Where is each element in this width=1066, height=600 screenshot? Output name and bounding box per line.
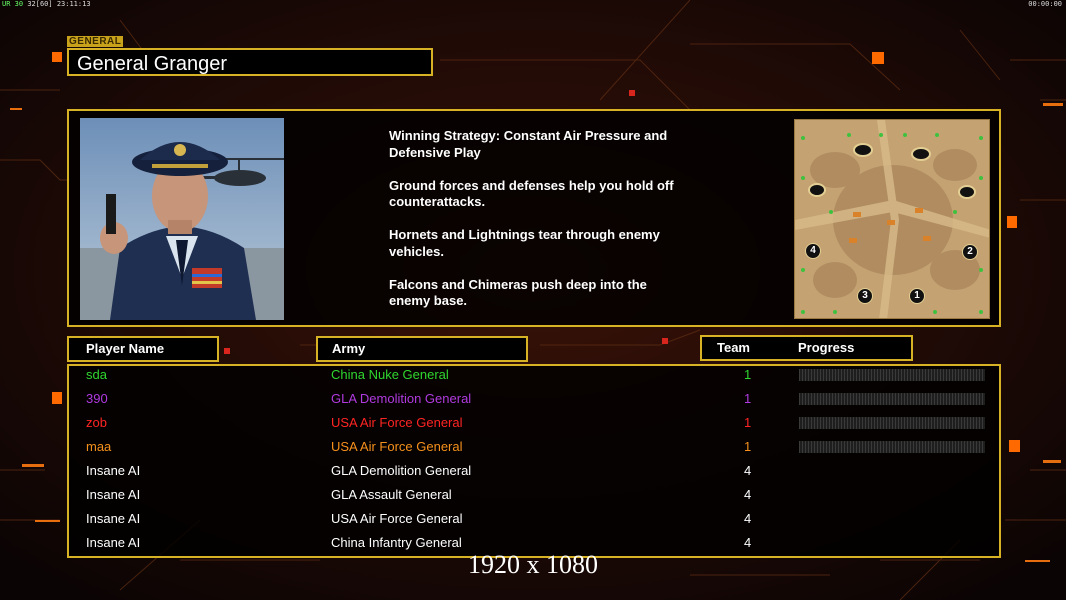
player-team: 4	[744, 487, 752, 502]
player-team: 4	[744, 463, 752, 478]
player-row: Insane AI GLA Demolition General 4	[0, 462, 1066, 486]
player-name: Insane AI	[86, 511, 141, 526]
load-progress-bar	[799, 369, 985, 381]
start-position-2: 2	[962, 244, 978, 260]
player-army: USA Air Force General	[331, 415, 463, 430]
hud-fps: 30	[14, 0, 24, 8]
header-team-progress: Team Progress	[700, 335, 913, 361]
player-name: sda	[86, 367, 107, 382]
strategy-line: Hornets and Lightnings tear through enem…	[389, 227, 660, 259]
player-army: USA Air Force General	[331, 511, 463, 526]
player-army: China Nuke General	[331, 367, 449, 382]
load-progress-bar	[799, 393, 985, 405]
header-player-name: Player Name	[67, 336, 219, 362]
header-army-label: Army	[332, 341, 366, 356]
player-row: Insane AI GLA Assault General 4	[0, 486, 1066, 510]
player-name: Insane AI	[86, 487, 141, 502]
player-row: Insane AI USA Air Force General 4	[0, 510, 1066, 534]
strategy-text: Winning Strategy: Constant Air Pressure …	[389, 128, 719, 326]
header-progress-label: Progress	[798, 340, 855, 355]
game-timer: 00:00:00	[1028, 0, 1062, 8]
player-army: USA Air Force General	[331, 439, 463, 454]
strategy-line: Winning Strategy: Constant Air Pressure …	[389, 128, 668, 160]
load-progress-bar	[799, 417, 985, 429]
map-preview: 4 2 3 1	[794, 119, 990, 319]
player-team: 1	[744, 439, 752, 454]
strategy-line: Falcons and Chimeras push deep into the …	[389, 276, 647, 309]
start-position-3: 3	[857, 288, 873, 304]
player-row: 390 GLA Demolition General 1	[0, 390, 1066, 414]
hud-fps-2: 32	[27, 0, 36, 8]
start-position-4: 4	[805, 243, 821, 259]
strategy-line: Ground forces and defenses help you hold…	[389, 177, 674, 210]
player-name: zob	[86, 415, 107, 430]
hud-fps-cap: [60]	[35, 0, 53, 8]
player-team: 4	[744, 511, 752, 526]
load-progress-bar	[799, 441, 985, 453]
hud-clock: 23:11:13	[56, 0, 91, 8]
general-portrait	[80, 118, 284, 320]
general-tag: GENERAL	[67, 36, 124, 47]
player-team: 1	[744, 391, 752, 406]
header-player-name-label: Player Name	[86, 341, 165, 356]
player-army: GLA Demolition General	[331, 463, 472, 478]
hud-prefix: UR	[2, 0, 11, 8]
player-army: GLA Assault General	[331, 487, 452, 502]
player-row: zob USA Air Force General 1	[0, 414, 1066, 438]
header-army: Army	[316, 336, 528, 362]
player-name: 390	[86, 391, 108, 406]
fps-counter: UR 30 32[60] 23:11:13	[2, 0, 91, 8]
player-row: maa USA Air Force General 1	[0, 438, 1066, 462]
player-row: sda China Nuke General 1	[0, 366, 1066, 390]
general-name: General Granger	[67, 48, 433, 76]
player-name: Insane AI	[86, 463, 141, 478]
player-name: maa	[86, 439, 112, 454]
header-team-label: Team	[717, 340, 750, 355]
resolution-label: 1920 x 1080	[468, 550, 598, 579]
start-position-1: 1	[909, 288, 925, 304]
player-team: 1	[744, 415, 752, 430]
player-team: 1	[744, 367, 752, 382]
player-army: GLA Demolition General	[331, 391, 472, 406]
